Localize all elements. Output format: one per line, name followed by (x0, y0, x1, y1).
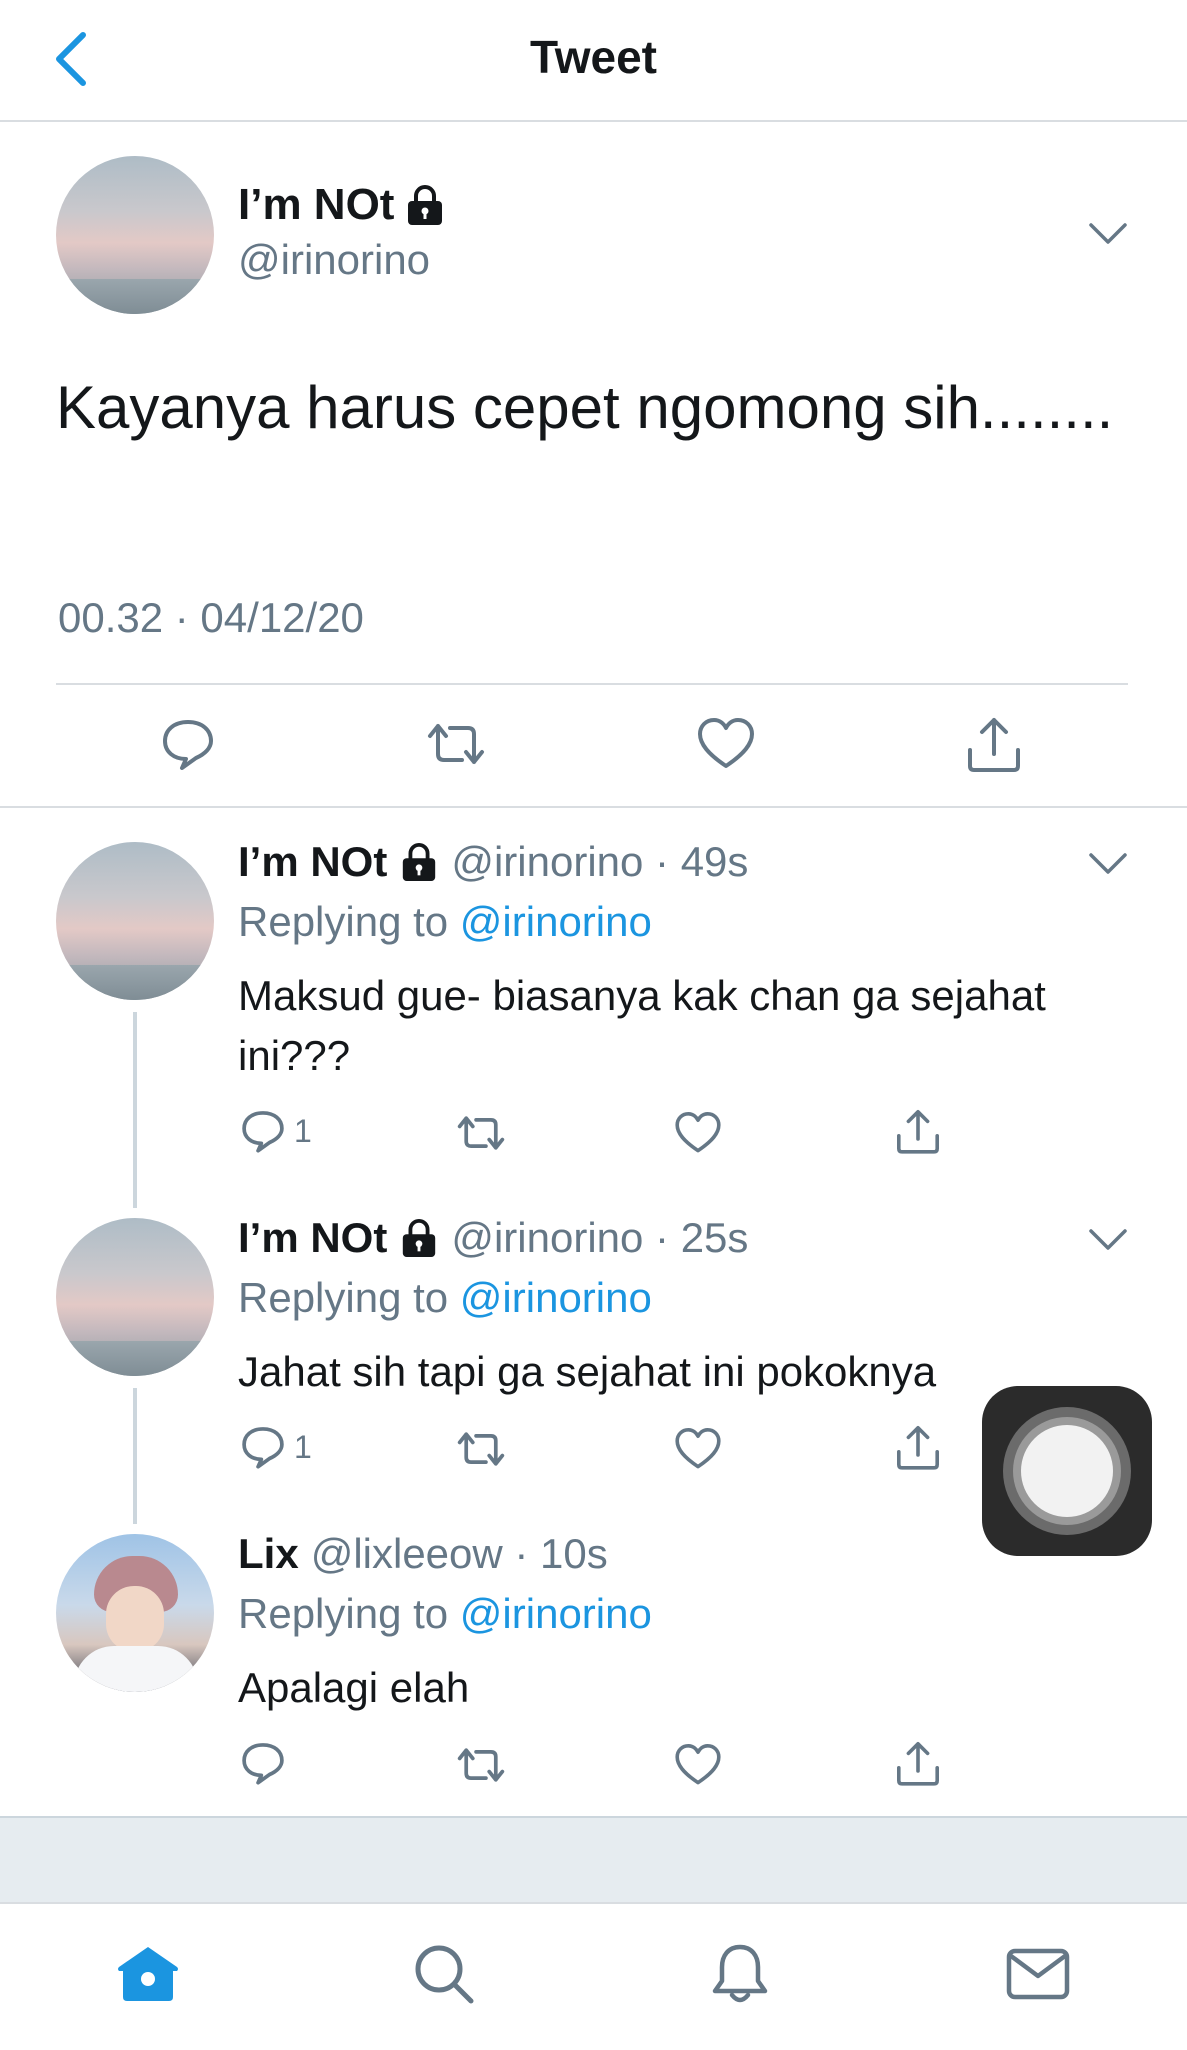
retweet-button[interactable] (454, 1742, 508, 1788)
replying-to: Replying to @irinorino (238, 898, 652, 946)
tab-search[interactable] (404, 1934, 484, 2014)
like-button[interactable] (696, 716, 756, 772)
reply-icon (242, 1427, 284, 1469)
author-handle[interactable]: @irinorino (238, 236, 430, 284)
tab-bar (0, 1902, 1187, 2050)
author-name[interactable]: Lix (238, 1530, 299, 1578)
heart-icon (675, 1112, 721, 1153)
mention-link[interactable]: @irinorino (460, 1590, 652, 1637)
chevron-down-icon[interactable] (1088, 852, 1128, 876)
share-button[interactable] (894, 1738, 942, 1788)
reply-header: Lix @lixleeow · 10s (238, 1530, 608, 1578)
thread-line (133, 1012, 137, 1208)
divider (56, 683, 1128, 685)
heart-icon (675, 1428, 721, 1469)
share-icon (897, 1110, 939, 1154)
mention-link[interactable]: @irinorino (460, 898, 652, 945)
author-handle-time[interactable]: @irinorino · 49s (451, 838, 748, 886)
messages-icon (1006, 1948, 1070, 2000)
retweet-button[interactable] (424, 716, 488, 772)
section-divider (0, 806, 1187, 808)
reply-button[interactable]: 1 (240, 1108, 312, 1154)
mention-link[interactable]: @irinorino (460, 1274, 652, 1321)
reply-icon (242, 1743, 284, 1785)
tab-home[interactable] (108, 1934, 188, 2014)
share-button[interactable] (964, 714, 1024, 774)
like-button[interactable] (674, 1110, 722, 1156)
lock-icon (408, 185, 443, 225)
assistive-touch-button[interactable] (982, 1386, 1152, 1556)
author-handle-time[interactable]: @irinorino · 25s (451, 1214, 748, 1262)
reply-text: Apalagi elah (238, 1664, 470, 1711)
chevron-down-icon[interactable] (1088, 222, 1128, 246)
reply-count: 1 (294, 1428, 312, 1465)
replying-to: Replying to @irinorino (238, 1590, 652, 1638)
replying-prefix: Replying to (238, 1590, 460, 1637)
reply-header: I’m NOt @irinorino · 25s (238, 1214, 748, 1262)
header-bar: Tweet (0, 0, 1187, 122)
author-name-text: I’m NOt (238, 180, 395, 229)
retweet-icon (457, 1116, 505, 1150)
reply-header: I’m NOt @irinorino · 49s (238, 838, 748, 886)
avatar[interactable] (56, 1218, 214, 1376)
avatar[interactable] (56, 156, 214, 314)
tweet-text: Kayanya harus cepet ngomong sih........ (56, 374, 1114, 441)
author-handle-time[interactable]: @lixleeow · 10s (311, 1530, 608, 1578)
tab-messages[interactable] (998, 1934, 1078, 2014)
share-icon (897, 1426, 939, 1470)
lock-icon (403, 842, 436, 882)
retweet-icon (457, 1432, 505, 1466)
thread-line (133, 1388, 137, 1524)
replying-to: Replying to @irinorino (238, 1274, 652, 1322)
avatar[interactable] (56, 1534, 214, 1692)
like-button[interactable] (674, 1426, 722, 1472)
home-icon (118, 1947, 178, 2001)
heart-icon (675, 1744, 721, 1785)
timeline-end-band (0, 1816, 1187, 1904)
retweet-icon (457, 1748, 505, 1782)
reply-button[interactable]: 1 (240, 1424, 312, 1470)
author-name[interactable]: I’m NOt (238, 838, 387, 886)
retweet-button[interactable] (454, 1426, 508, 1472)
search-icon (415, 1945, 474, 2004)
reply-count: 1 (294, 1112, 312, 1149)
share-button[interactable] (894, 1422, 942, 1472)
author-name[interactable]: I’m NOt (238, 180, 446, 230)
reply-button[interactable] (160, 716, 216, 772)
tab-notifications[interactable] (700, 1934, 780, 2014)
retweet-button[interactable] (454, 1110, 508, 1156)
lock-icon (403, 1218, 436, 1258)
retweet-icon (428, 724, 484, 764)
reply-button[interactable] (240, 1740, 286, 1786)
heart-icon (698, 718, 754, 768)
reply-icon (242, 1111, 284, 1153)
tweet-timestamp: 00.32 · 04/12/20 (58, 594, 364, 641)
author-name[interactable]: I’m NOt (238, 1214, 387, 1262)
replying-prefix: Replying to (238, 898, 460, 945)
chevron-down-icon[interactable] (1088, 1228, 1128, 1252)
notifications-icon (712, 1944, 768, 2003)
share-icon (897, 1742, 939, 1786)
share-icon (968, 718, 1020, 772)
like-button[interactable] (674, 1742, 722, 1788)
reply-icon (163, 720, 213, 770)
share-button[interactable] (894, 1106, 942, 1156)
replying-prefix: Replying to (238, 1274, 460, 1321)
reply-text: Maksud gue- biasanya kak chan ga sejahat… (238, 972, 1046, 1079)
avatar[interactable] (56, 842, 214, 1000)
page-title: Tweet (530, 31, 657, 83)
